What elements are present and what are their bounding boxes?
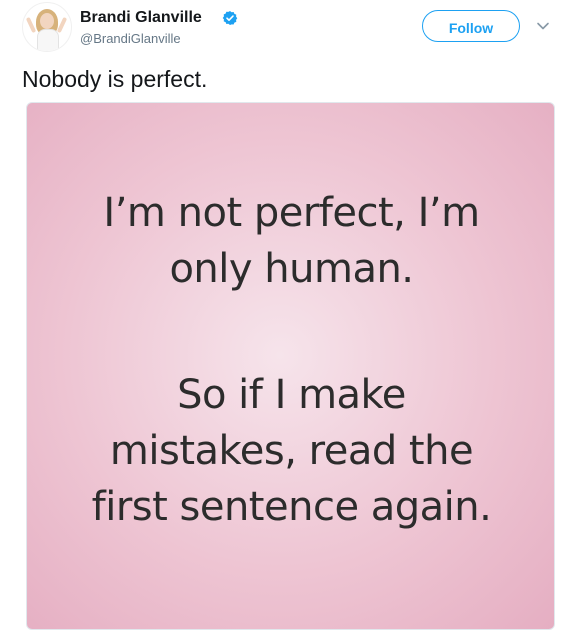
quote-line: only human. [169, 246, 414, 292]
chevron-down-icon[interactable] [536, 19, 550, 33]
tweet-image[interactable]: I’m not perfect, I’m only human. So if I… [26, 102, 555, 630]
quote-line: I’m not perfect, I’m [103, 190, 480, 236]
verified-badge-icon [222, 11, 238, 25]
quote-line: So if I make [177, 372, 406, 418]
user-handle[interactable]: @BrandiGlanville [80, 31, 181, 47]
avatar[interactable] [22, 2, 72, 52]
tweet-text: Nobody is perfect. [22, 66, 208, 92]
tweet-header: Brandi Glanville @BrandiGlanville Follow [0, 0, 580, 64]
quote-line: mistakes, read the [109, 428, 474, 474]
follow-button[interactable]: Follow [422, 10, 520, 42]
quote-line: first sentence again. [91, 484, 492, 530]
user-name[interactable]: Brandi Glanville [80, 8, 202, 28]
